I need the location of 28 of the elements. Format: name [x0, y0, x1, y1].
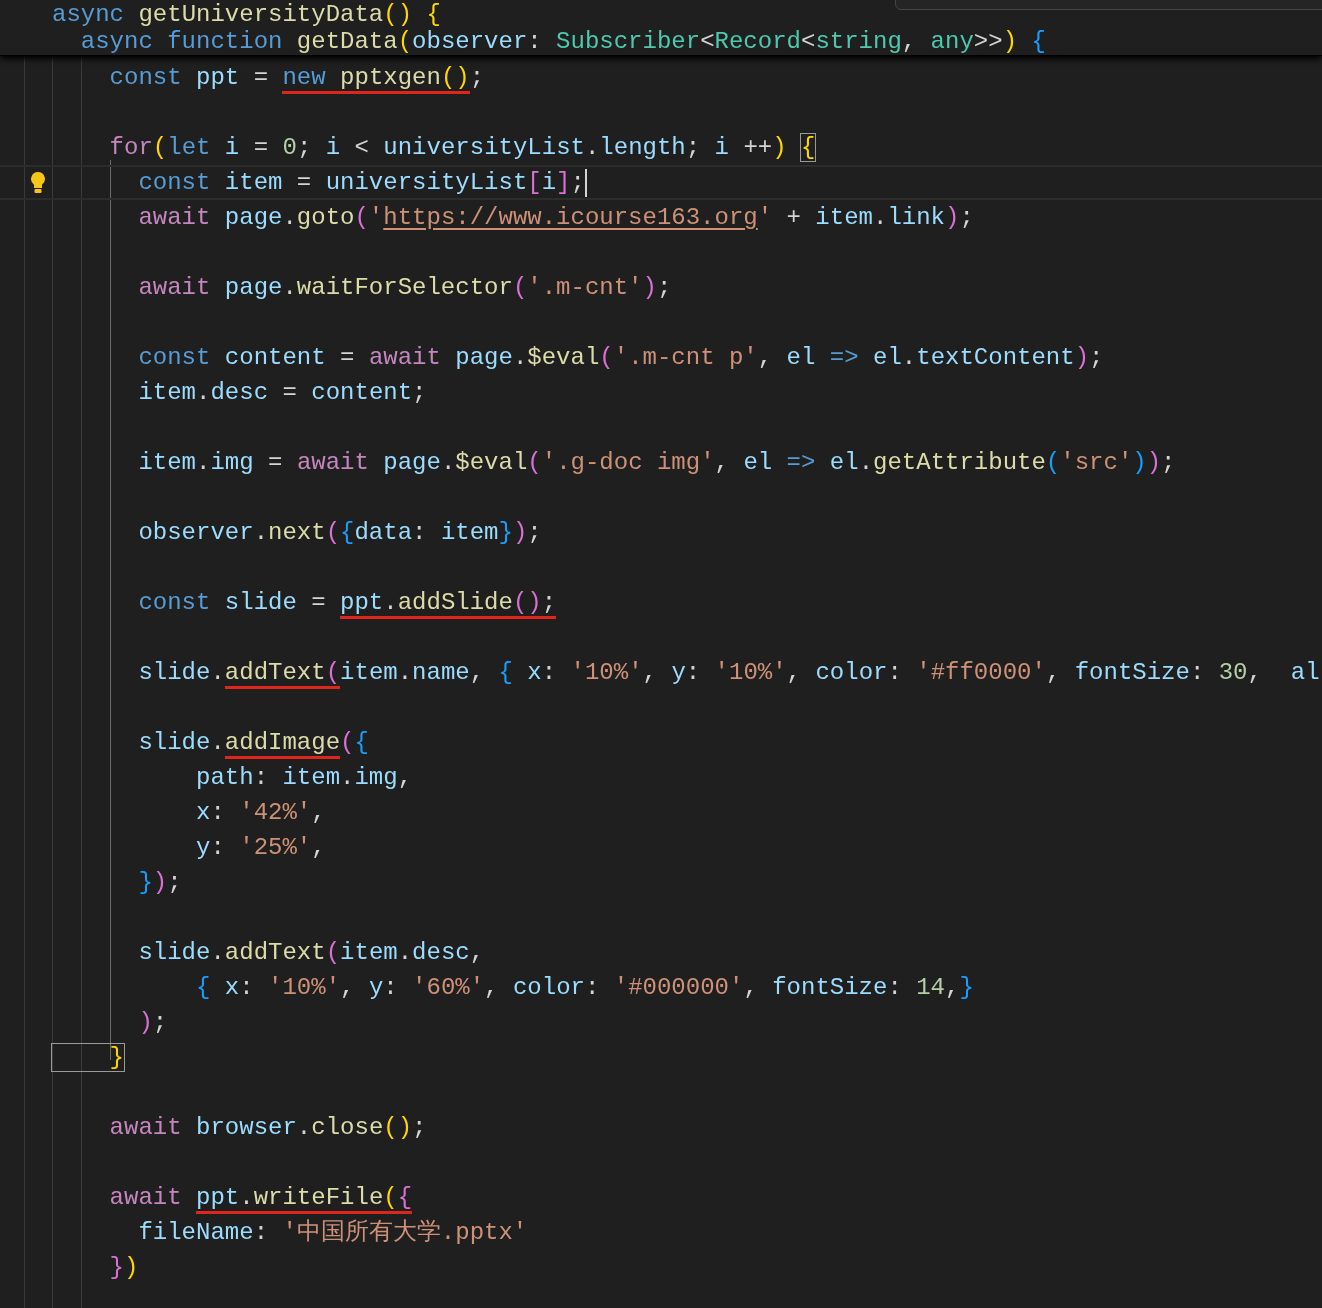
code-line: observer.next({data: item});	[137, 518, 542, 547]
code-line: await browser.close();	[108, 1113, 427, 1142]
code-line: async function getData(observer: Subscriber<Record<string, any>>) {	[79, 27, 1046, 55]
code-line: slide.addText(item.name, { x: '10%', y: '10%', color: '#ff0000', fontSize: 30, al	[52, 658, 1320, 687]
code-line: await ppt.writeFile({	[52, 1183, 413, 1212]
code-line: const slide = ppt.addSlide();	[52, 588, 557, 617]
code-line: })	[108, 1253, 139, 1282]
text-cursor	[584, 168, 587, 197]
code-line: x: '42%',	[195, 798, 326, 827]
code-line: );	[137, 1008, 168, 1037]
code-line: await page.goto('https://www.icourse163.org' + item.link);	[137, 203, 974, 232]
code-line: });	[137, 868, 182, 897]
code-line: item.img = await page.$eval('.g-doc img', el => el.getAttribute('src'));	[137, 448, 1176, 477]
code-line: { x: '10%', y: '60%', color: '#000000', fontSize: 14,}	[195, 973, 974, 1002]
code-line: slide.addImage({	[52, 728, 369, 757]
code-line: }	[52, 1043, 124, 1072]
lightbulb-icon[interactable]	[30, 171, 46, 195]
code-line: item.desc = content;	[137, 378, 427, 407]
code-line: const item = universityList[i];	[137, 168, 585, 197]
code-line: await page.waitForSelector('.m-cnt');	[137, 273, 672, 302]
code-line: for(let i = 0; i < universityList.length; i ++) {	[108, 133, 816, 162]
code-line: path: item.img,	[195, 763, 413, 792]
code-line: y: '25%',	[195, 833, 326, 862]
code-line: fileName: '中国所有大学.pptx'	[137, 1218, 528, 1247]
code-line: const content = await page.$eval('.m-cnt p', el => el.textContent);	[137, 343, 1104, 372]
code-line: const ppt = new pptxgen();	[52, 63, 485, 92]
code-line: slide.addText(item.desc,	[137, 938, 485, 967]
code-line: async getUniversityData() {	[52, 0, 441, 29]
